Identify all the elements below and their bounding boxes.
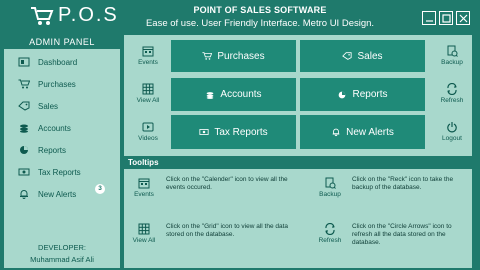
sidebar-item-tax-reports[interactable]: Tax Reports <box>18 165 81 179</box>
backup-shortcut[interactable]: Backup <box>434 45 470 66</box>
tile-new-alerts[interactable]: New Alerts <box>300 115 425 149</box>
view-all-shortcut[interactable]: View All <box>130 83 166 104</box>
minimize-button[interactable] <box>422 11 436 25</box>
sidebar-item-sales[interactable]: Sales <box>18 99 58 113</box>
sidebar-item-purchases[interactable]: Purchases <box>18 77 76 91</box>
sidebar-item-label: Dashboard <box>38 57 78 67</box>
tile-label: Purchases <box>217 50 265 62</box>
shortcut-label: Events <box>138 59 158 66</box>
tile-label: Sales <box>357 50 383 62</box>
coins-icon <box>20 124 28 133</box>
tile-label: New Alerts <box>346 126 394 138</box>
maximize-icon <box>441 13 451 23</box>
dashboard-icon <box>18 57 30 67</box>
tooltip-text: Click on the "Reck" icon to take the bac… <box>352 176 454 191</box>
sidebar: ADMIN PANEL Dashboard Purchases Sales Ac… <box>4 35 120 268</box>
tag-icon <box>18 101 30 111</box>
tile-tax-reports[interactable]: Tax Reports <box>171 115 296 149</box>
tooltip-backup-icon: Backup <box>312 177 348 198</box>
sidebar-item-label: Sales <box>38 101 59 111</box>
sidebar-item-reports[interactable]: Reports <box>18 143 66 157</box>
videos-shortcut[interactable]: Videos <box>130 121 166 142</box>
calendar-icon <box>138 178 150 189</box>
backup-icon <box>447 45 458 57</box>
cart-icon <box>18 79 30 89</box>
main-panel: Events View All Videos Purchases Sales A… <box>124 35 472 268</box>
sidebar-item-label: New Alerts <box>38 189 77 199</box>
calendar-icon <box>142 46 154 57</box>
tile-accounts[interactable]: Accounts <box>171 78 296 111</box>
logout-icon <box>447 122 457 133</box>
cart-icon <box>202 52 213 60</box>
app-header: P.O.S POINT OF SALES SOFTWARE Ease of us… <box>0 0 480 35</box>
grid-icon <box>138 223 150 235</box>
bell-icon <box>20 190 28 199</box>
logo-text: P.O.S <box>58 4 119 26</box>
events-shortcut[interactable]: Events <box>130 45 166 66</box>
tile-label: Reports <box>352 89 388 100</box>
cart-logo-icon <box>31 6 54 25</box>
refresh-shortcut[interactable]: Refresh <box>434 83 470 104</box>
video-icon <box>142 122 154 132</box>
tooltips-header: Tooltips <box>124 156 472 169</box>
sidebar-item-accounts[interactable]: Accounts <box>18 121 71 135</box>
pie-chart-icon <box>20 146 28 154</box>
tooltip-icon-label: Refresh <box>318 237 342 244</box>
sidebar-item-label: Reports <box>38 145 67 155</box>
maximize-button[interactable] <box>439 11 453 25</box>
app-logo: P.O.S <box>30 4 119 27</box>
sidebar-title: ADMIN PANEL <box>4 35 120 49</box>
sidebar-item-label: Accounts <box>38 123 71 133</box>
shortcut-label: Videos <box>138 135 158 142</box>
logout-shortcut[interactable]: Logout <box>434 121 470 142</box>
tooltip-refresh-icon: Refresh <box>312 223 348 244</box>
alerts-count-badge: 3 <box>95 184 105 194</box>
shortcut-label: View All <box>136 97 160 104</box>
tooltip-view-all-icon: View All <box>126 223 162 244</box>
refresh-icon <box>447 83 457 95</box>
title-block: POINT OF SALES SOFTWARE Ease of use. Use… <box>146 5 374 29</box>
tile-sales[interactable]: Sales <box>300 40 425 72</box>
tooltip-icon-label: Events <box>134 191 154 198</box>
tile-label: Accounts <box>220 89 262 100</box>
tooltip-text: Click on the "Grid" icon to view all the… <box>166 223 289 238</box>
close-button[interactable] <box>456 11 470 25</box>
tooltip-text: Click on the "Calender" icon to view all… <box>166 176 288 191</box>
developer-name: Muhammad Asif Ali <box>30 255 94 264</box>
window-controls <box>422 11 470 25</box>
close-icon <box>459 14 467 22</box>
backup-icon <box>325 177 336 189</box>
tooltip-text: Click on the "Circle Arrows" icon to ref… <box>352 223 452 246</box>
sidebar-item-label: Purchases <box>38 79 76 89</box>
shortcut-label: Logout <box>442 135 462 142</box>
money-icon <box>18 168 30 176</box>
coins-icon <box>207 91 214 99</box>
tile-purchases[interactable]: Purchases <box>171 40 296 72</box>
bell-icon <box>332 128 340 137</box>
tile-reports[interactable]: Reports <box>300 78 425 111</box>
tooltip-icon-label: View All <box>132 237 156 244</box>
sidebar-item-label: Tax Reports <box>38 167 81 177</box>
refresh-icon <box>325 223 335 235</box>
tooltip-events-icon: Events <box>126 177 162 198</box>
shortcut-label: Backup <box>441 59 463 66</box>
shortcut-label: Refresh <box>440 97 464 104</box>
pie-chart-icon <box>339 91 346 98</box>
money-icon <box>199 129 209 135</box>
sidebar-item-dashboard[interactable]: Dashboard <box>18 55 77 69</box>
developer-label: DEVELOPER: <box>38 243 86 252</box>
sidebar-item-new-alerts[interactable]: New Alerts <box>18 187 76 201</box>
grid-icon <box>142 83 154 95</box>
tile-label: Tax Reports <box>214 126 268 138</box>
minimize-icon <box>425 19 433 22</box>
tooltip-icon-label: Backup <box>319 191 341 198</box>
app-title: POINT OF SALES SOFTWARE <box>193 5 327 15</box>
app-subtitle: Ease of use. User Friendly Interface. Me… <box>145 18 375 29</box>
tag-icon <box>342 52 353 60</box>
